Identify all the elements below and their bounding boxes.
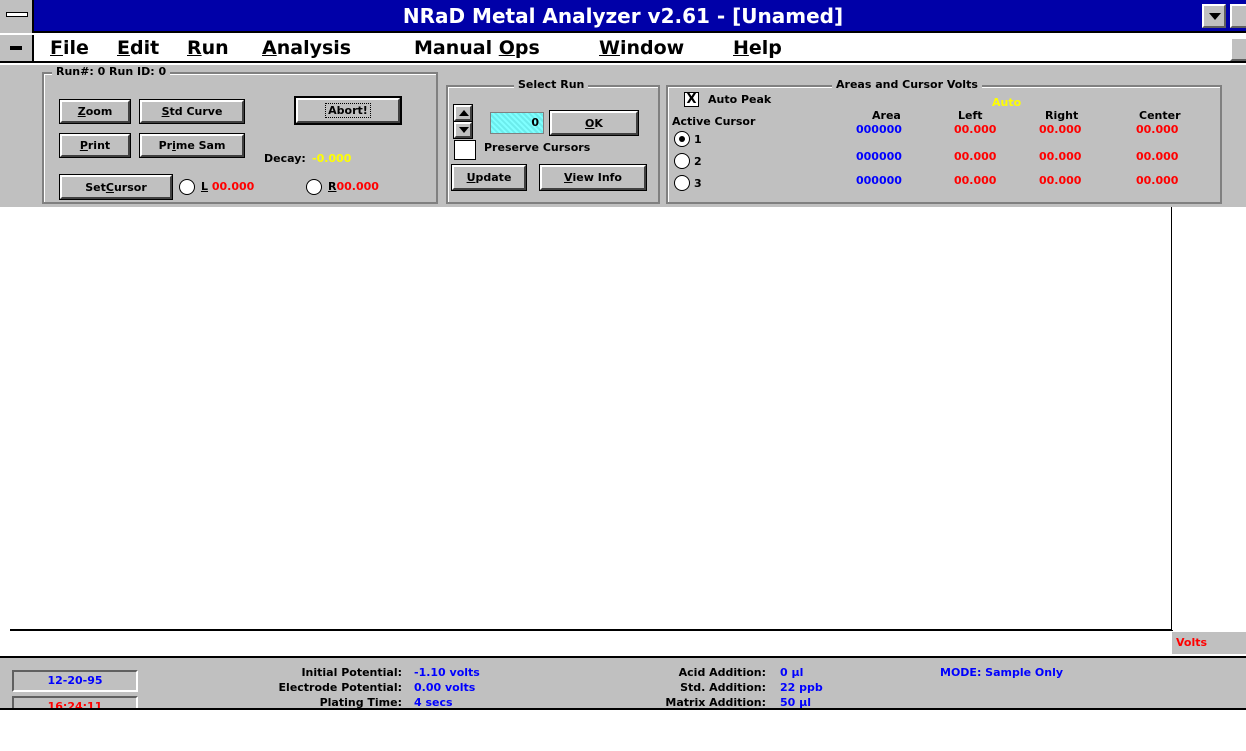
menu-file[interactable]: File: [50, 37, 89, 59]
left-value-1: 00.000: [954, 123, 997, 136]
menu-run[interactable]: Run: [187, 37, 229, 59]
ok-button[interactable]: OK: [549, 110, 639, 136]
run-info-label: Run#: 0 Run ID: 0: [52, 65, 171, 78]
electrode-potential-value: 0.00 volts: [414, 681, 476, 694]
panel-left-margin: [0, 65, 34, 207]
document-system-menu-button[interactable]: [0, 35, 34, 61]
minimize-button[interactable]: [1202, 4, 1226, 28]
date-display: 12-20-95: [12, 670, 138, 692]
left-value-3: 00.000: [954, 174, 997, 187]
plot-right-margin: [1172, 207, 1246, 630]
left-cursor-radio[interactable]: [179, 179, 195, 195]
select-run-label: Select Run: [514, 78, 589, 91]
control-panel: Run#: 0 Run ID: 0 Zoom Std Curve Abort! …: [34, 65, 1246, 207]
abort-button[interactable]: Abort!: [294, 96, 402, 125]
mode-status: MODE: Sample Only: [940, 666, 1064, 679]
title-bar: NRaD Metal Analyzer v2.61 - [Unamed]: [0, 0, 1246, 33]
area-value-2: 000000: [856, 150, 902, 163]
window-title: NRaD Metal Analyzer v2.61 - [Unamed]: [402, 4, 844, 28]
menu-help[interactable]: Help: [733, 37, 782, 59]
active-cursor-label-2: 2: [694, 155, 702, 168]
electrode-potential-label: Electrode Potential:: [278, 681, 402, 694]
active-cursor-label-1: 1: [694, 133, 702, 146]
column-right: Right: [1045, 109, 1079, 122]
column-left: Left: [958, 109, 983, 122]
center-value-2: 00.000: [1136, 150, 1179, 163]
area-value-1: 000000: [856, 123, 902, 136]
right-value-3: 00.000: [1039, 174, 1082, 187]
print-button[interactable]: Print: [59, 133, 131, 158]
menu-analysis[interactable]: Analysis: [262, 37, 351, 59]
plot-area[interactable]: [10, 207, 1173, 631]
active-cursor-label: Active Cursor: [672, 115, 756, 128]
run-down-arrow-icon[interactable]: [453, 121, 473, 139]
left-cursor-label: L 00.000: [201, 180, 255, 193]
std-curve-button[interactable]: Std Curve: [139, 99, 245, 124]
volts-axis-label: Volts: [1176, 636, 1208, 649]
dash-icon: [10, 46, 22, 50]
set-cursor-button[interactable]: Set Cursor: [59, 174, 173, 200]
initial-potential-value: -1.10 volts: [414, 666, 480, 679]
right-cursor-label: R00.000: [328, 180, 379, 193]
auto-peak-checkbox[interactable]: X: [684, 92, 699, 107]
decay-value: -0.000: [312, 152, 352, 165]
decay-label: Decay:: [264, 152, 306, 165]
status-bar: 12-20-95 16:24:11 Initial Potential: -1.…: [0, 656, 1246, 718]
menu-window[interactable]: Window: [599, 37, 684, 59]
column-center: Center: [1139, 109, 1181, 122]
menu-bar: File Edit Run Analysis Manual Ops Window…: [0, 35, 1246, 63]
column-area: Area: [872, 109, 901, 122]
update-button[interactable]: Update: [451, 164, 527, 191]
prime-sample-button[interactable]: Pr i me Sam: [139, 133, 245, 158]
active-cursor-label-3: 3: [694, 177, 702, 190]
menu-manual-ops[interactable]: Manual Ops: [414, 37, 540, 59]
area-value-3: 000000: [856, 174, 902, 187]
center-value-1: 00.000: [1136, 123, 1179, 136]
right-value-2: 00.000: [1039, 150, 1082, 163]
menu-edit[interactable]: Edit: [117, 37, 159, 59]
active-cursor-radio-3[interactable]: [674, 175, 690, 191]
run-number-field[interactable]: 0: [490, 112, 544, 134]
std-addition-label: Std. Addition:: [680, 681, 766, 694]
volts-axis-label-box: Volts: [1172, 632, 1246, 654]
active-cursor-radio-1[interactable]: [674, 131, 690, 147]
view-info-button[interactable]: View Info: [539, 164, 647, 191]
preserve-cursors-checkbox[interactable]: [454, 140, 476, 160]
initial-potential-label: Initial Potential:: [301, 666, 402, 679]
center-value-3: 00.000: [1136, 174, 1179, 187]
right-cursor-radio[interactable]: [306, 179, 322, 195]
auto-peak-label: Auto Peak: [708, 93, 772, 106]
preserve-cursors-label: Preserve Cursors: [484, 141, 591, 154]
std-addition-value: 22 ppb: [780, 681, 823, 694]
x-axis-area: [0, 632, 1172, 656]
plot-left-margin: [0, 207, 10, 631]
zoom-button[interactable]: Zoom: [59, 99, 131, 124]
right-value-1: 00.000: [1039, 123, 1082, 136]
acid-addition-value: 0 µl: [780, 666, 804, 679]
acid-addition-label: Acid Addition:: [678, 666, 766, 679]
auto-indicator: Auto: [992, 96, 1022, 109]
restore-button[interactable]: [1230, 4, 1246, 28]
active-cursor-radio-2[interactable]: [674, 153, 690, 169]
left-value-2: 00.000: [954, 150, 997, 163]
window-bottom-area: [0, 708, 1246, 751]
areas-cursor-volts-label: Areas and Cursor Volts: [832, 78, 982, 91]
run-up-arrow-icon[interactable]: [453, 104, 473, 122]
document-restore-button[interactable]: [1230, 37, 1246, 61]
